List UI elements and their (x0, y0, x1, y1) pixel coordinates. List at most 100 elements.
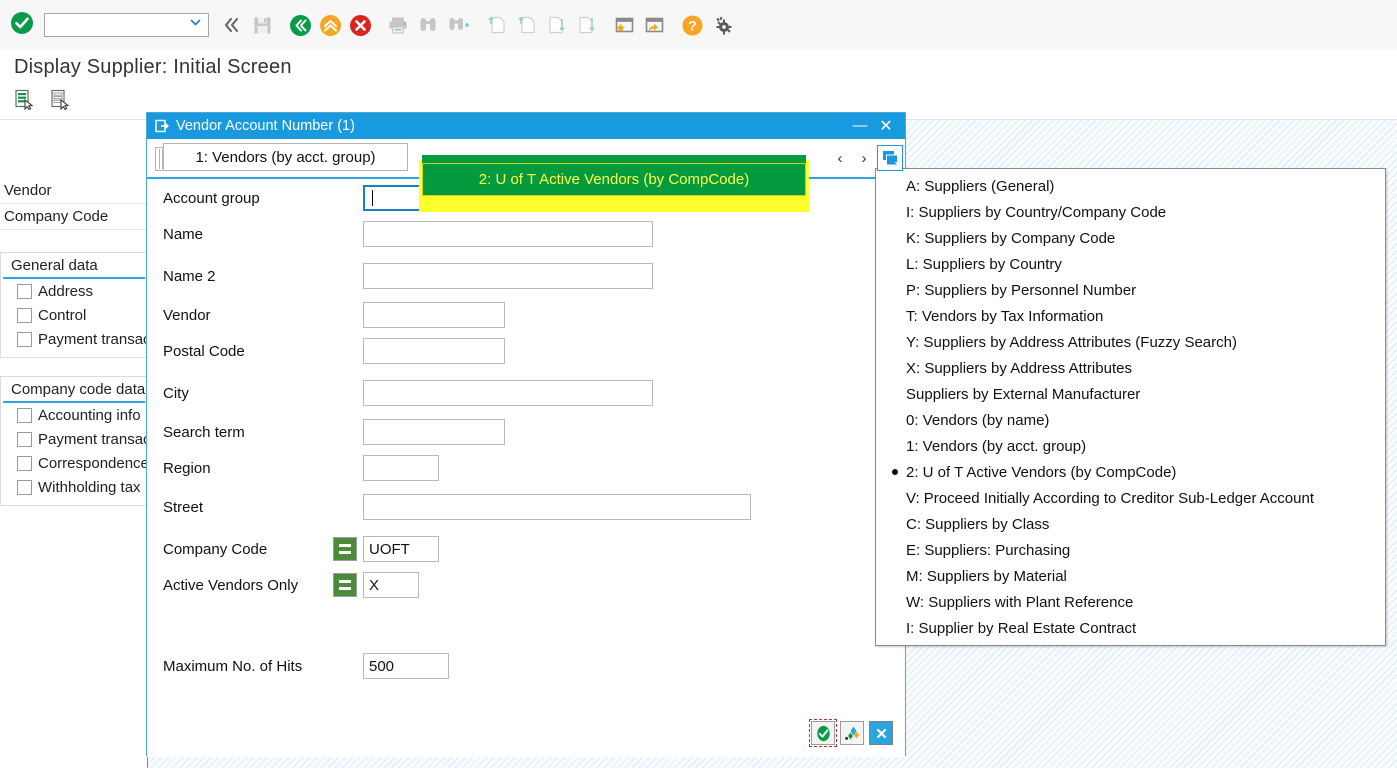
active-vendors-only-input[interactable]: X (363, 572, 419, 598)
command-field[interactable] (44, 13, 209, 37)
company-code-row[interactable]: Company Code (0, 204, 147, 230)
menu-item[interactable]: M: Suppliers by Material (876, 563, 1385, 589)
menu-item-label: C: Suppliers by Class (906, 515, 1050, 533)
active-vendors-operator-button[interactable] (333, 573, 357, 597)
menu-item[interactable]: Suppliers by External Manufacturer (876, 381, 1385, 407)
checkbox-label: Accounting info (38, 406, 141, 424)
menu-item[interactable]: E: Suppliers: Purchasing (876, 537, 1385, 563)
name2-label: Name 2 (163, 267, 216, 285)
checkbox-accounting-info[interactable]: Accounting info (1, 403, 147, 427)
menu-item[interactable]: W: Suppliers with Plant Reference (876, 589, 1385, 615)
minimize-button[interactable]: — (847, 114, 873, 138)
menu-item[interactable]: V: Proceed Initially According to Credit… (876, 485, 1385, 511)
find-next-icon (443, 10, 473, 40)
create-shortcut-icon[interactable] (639, 10, 669, 40)
list-selection-green-icon[interactable] (13, 88, 35, 115)
name2-input[interactable] (363, 263, 653, 289)
menu-item[interactable]: K: Suppliers by Company Code (876, 225, 1385, 251)
menu-item[interactable]: I: Suppliers by Country/Company Code (876, 199, 1385, 225)
vendor-row[interactable]: Vendor (0, 178, 147, 204)
menu-item[interactable]: 1: Vendors (by acct. group) (876, 433, 1385, 459)
field-row-max-hits: Maximum No. of Hits 500 (163, 653, 449, 679)
field-row-city: City (163, 380, 653, 406)
menu-item[interactable]: T: Vendors by Tax Information (876, 303, 1385, 329)
tab-scroll-right-icon[interactable]: › (855, 149, 873, 167)
menu-item[interactable]: L: Suppliers by Country (876, 251, 1385, 277)
checkbox-correspondence[interactable]: Correspondence (1, 451, 147, 475)
city-input[interactable] (363, 380, 653, 406)
checkbox-address[interactable]: Address (1, 279, 147, 303)
menu-item[interactable]: X: Suppliers by Address Attributes (876, 355, 1385, 381)
company-code-value: UOFT (369, 540, 410, 558)
menu-item[interactable]: C: Suppliers by Class (876, 511, 1385, 537)
list-selection-grey-icon[interactable] (49, 88, 71, 115)
menu-item-label: 1: Vendors (by acct. group) (906, 437, 1087, 455)
back-arrows-icon[interactable] (217, 10, 247, 40)
menu-item[interactable]: Y: Suppliers by Address Attributes (Fuzz… (876, 329, 1385, 355)
tab-vendors-by-acct-group[interactable]: 1: Vendors (by acct. group) (163, 143, 408, 171)
cancel-red-icon[interactable] (345, 10, 375, 40)
enter-ok-icon[interactable] (10, 11, 34, 40)
checkbox-box[interactable] (17, 283, 32, 299)
max-hits-input[interactable]: 500 (363, 653, 449, 679)
back-green-icon[interactable] (285, 10, 315, 40)
chevron-down-icon[interactable] (189, 16, 202, 34)
menu-item[interactable]: 0: Vendors (by name) (876, 407, 1385, 433)
tab-scroll-left-icon[interactable]: ‹ (831, 149, 849, 167)
company-code-operator-button[interactable] (333, 537, 357, 561)
checkbox-box[interactable] (17, 307, 32, 323)
first-page-icon (481, 10, 511, 40)
field-row-name2: Name 2 (163, 263, 653, 289)
region-input[interactable] (363, 455, 439, 481)
print-icon (383, 10, 413, 40)
help-icon[interactable]: ? (677, 10, 707, 40)
customize-local-layout-icon[interactable] (707, 10, 737, 40)
street-label: Street (163, 498, 204, 516)
street-input[interactable] (363, 494, 751, 520)
create-session-icon[interactable] (609, 10, 639, 40)
checkbox-withholding-tax[interactable]: Withholding tax (1, 475, 147, 499)
checkbox-control[interactable]: Control (1, 303, 147, 327)
more-tabs-button[interactable] (877, 145, 903, 171)
postal-code-input[interactable] (363, 338, 505, 364)
confirm-button[interactable] (809, 719, 837, 747)
menu-item-label: T: Vendors by Tax Information (906, 307, 1104, 325)
equals-icon (339, 544, 351, 554)
name-input[interactable] (363, 221, 653, 247)
active-vendors-only-label: Active Vendors Only (163, 576, 299, 594)
svg-text:?: ? (688, 17, 697, 33)
menu-item[interactable]: I: Supplier by Real Estate Contract (876, 615, 1385, 641)
menu-item[interactable]: A: Suppliers (General) (876, 173, 1385, 199)
checkbox-box[interactable] (17, 479, 32, 495)
close-button[interactable]: ✕ (873, 114, 899, 138)
city-label: City (163, 384, 189, 402)
menu-item-label: I: Supplier by Real Estate Contract (906, 619, 1137, 637)
menu-item-selected[interactable]: 2: U of T Active Vendors (by CompCode) (876, 459, 1385, 485)
field-row-search-term: Search term (163, 419, 505, 445)
cancel-button[interactable] (869, 721, 893, 745)
vendor-input[interactable] (363, 302, 505, 328)
exit-yellow-icon[interactable] (315, 10, 345, 40)
dialog-title-bar[interactable]: Vendor Account Number (1) — ✕ (147, 113, 905, 139)
search-help-selection-menu: A: Suppliers (General) I: Suppliers by C… (875, 168, 1386, 646)
company-code-input[interactable]: UOFT (363, 536, 439, 562)
checkbox-payment-transactions[interactable]: Payment transactions (1, 327, 147, 351)
checkbox-payment-transactions-cc[interactable]: Payment transactions (1, 427, 147, 451)
search-term-input[interactable] (363, 419, 505, 445)
company-code-data-title: Company code data (3, 377, 145, 403)
page-title: Display Supplier: Initial Screen (14, 55, 292, 78)
checkbox-box[interactable] (17, 407, 32, 423)
tab-uoft-active-vendors[interactable]: 2: U of T Active Vendors (by CompCode) (422, 163, 806, 196)
field-row-name: Name (163, 221, 653, 247)
name-label: Name (163, 225, 204, 243)
checkbox-box[interactable] (17, 331, 32, 347)
general-data-panel: General data Address Control Payment tra… (0, 252, 147, 358)
active-vendors-only-value: X (369, 576, 380, 594)
multiple-selection-button[interactable] (840, 721, 864, 745)
last-page-icon (571, 10, 601, 40)
menu-item-label: 2: U of T Active Vendors (by CompCode) (906, 463, 1177, 481)
menu-item[interactable]: P: Suppliers by Personnel Number (876, 277, 1385, 303)
checkbox-box[interactable] (17, 455, 32, 471)
checkbox-box[interactable] (17, 431, 32, 447)
checkbox-label: Address (38, 282, 94, 300)
